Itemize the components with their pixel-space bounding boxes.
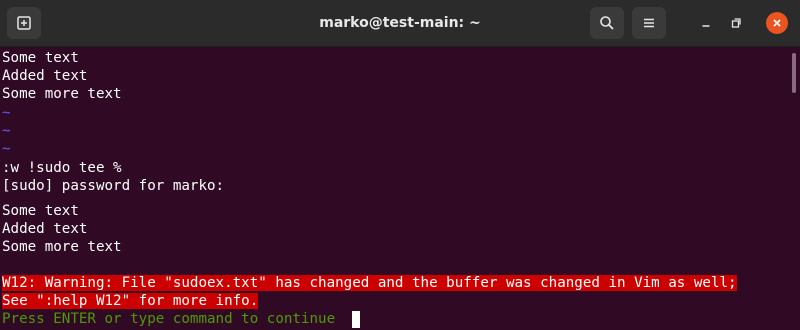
restore-button[interactable] [724, 11, 748, 35]
empty-line-marker: ~ [2, 141, 11, 157]
terminal-window: marko@test-main: ~ Some text Added text … [0, 0, 800, 330]
warning-help-text: See ":help W12" for more info. [2, 293, 259, 309]
press-enter-prompt: Press ENTER or type command to continue [2, 311, 336, 327]
scrollbar-thumb[interactable] [792, 53, 796, 93]
hamburger-menu-icon [644, 18, 654, 28]
buffer-line: Some text [2, 50, 79, 66]
terminal-content[interactable]: Some text Added text Some more text ~ ~ … [0, 47, 790, 330]
warning-help: See ":help W12" for more info. [2, 292, 259, 310]
warning-message: W12: Warning: File "sudoex.txt" has chan… [2, 274, 737, 292]
close-icon [773, 19, 781, 27]
output-line: Some more text [2, 239, 122, 255]
search-icon [600, 16, 614, 30]
empty-line-marker: ~ [2, 105, 11, 121]
window-title: marko@test-main: ~ [319, 15, 481, 31]
command-line: :w !sudo tee % [2, 160, 122, 176]
title-bar: marko@test-main: ~ [0, 0, 800, 47]
restore-icon [731, 18, 741, 28]
empty-line-marker: ~ [2, 123, 11, 139]
minimize-button[interactable] [694, 11, 718, 35]
menu-button[interactable] [632, 7, 666, 39]
buffer-line: Some more text [2, 86, 122, 102]
output-line: Added text [2, 221, 88, 237]
text-cursor [352, 311, 360, 328]
warning-text: W12: Warning: File "sudoex.txt" has chan… [2, 275, 737, 291]
minimize-icon [702, 25, 710, 27]
search-button[interactable] [590, 7, 624, 39]
close-button[interactable] [766, 12, 788, 34]
output-line: Some text [2, 203, 79, 219]
scrollbar[interactable] [792, 47, 798, 330]
buffer-line: Added text [2, 68, 88, 84]
sudo-password-prompt: [sudo] password for marko: [2, 178, 225, 194]
